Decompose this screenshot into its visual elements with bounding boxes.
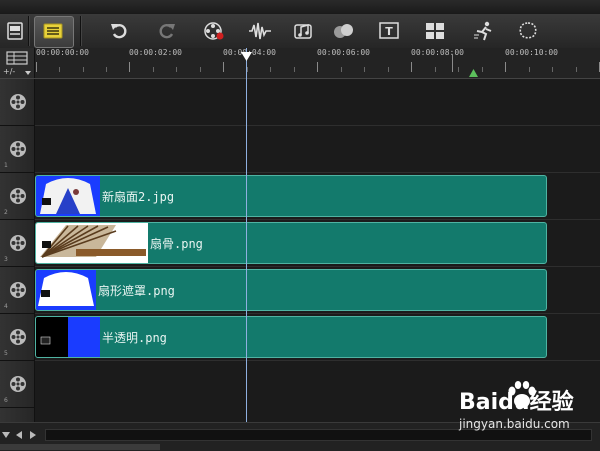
clip-label: 扇形遮罩.png bbox=[98, 284, 175, 298]
mask-creator-button[interactable] bbox=[515, 18, 541, 44]
clip-label: 新扇面2.jpg bbox=[102, 190, 175, 204]
film-reel-icon bbox=[10, 94, 26, 110]
watermark-brand: Baidu经验 bbox=[459, 390, 574, 415]
timeline-view-icon bbox=[43, 23, 63, 39]
track-number: 2 bbox=[4, 209, 8, 216]
baidu-jingyan-watermark: Baidu经验 jingyan.baidu.com bbox=[455, 381, 595, 436]
multi-camera-icon bbox=[426, 23, 444, 39]
track-number: 1 bbox=[4, 162, 8, 169]
chevron-down-icon[interactable] bbox=[25, 71, 31, 75]
tick-label: 00:00:00:00 bbox=[36, 48, 89, 57]
storyboard-view-icon bbox=[7, 22, 23, 40]
track-lane[interactable] bbox=[35, 79, 600, 126]
ruler-corner: +/- bbox=[0, 48, 35, 78]
bottom-tab-strip bbox=[0, 444, 160, 450]
auto-music-icon bbox=[294, 24, 312, 39]
svg-text:T: T bbox=[385, 25, 393, 38]
film-reel-icon bbox=[10, 188, 26, 204]
track-lane[interactable] bbox=[35, 126, 600, 173]
track-number: 6 bbox=[4, 397, 8, 404]
chevron-down-icon[interactable] bbox=[2, 432, 10, 438]
timeline-clip[interactable]: 扇骨.png bbox=[35, 222, 547, 264]
track-manager-icon[interactable] bbox=[6, 51, 28, 65]
track-header[interactable]: 4 bbox=[0, 267, 35, 314]
timeline-toolbar: T bbox=[0, 14, 600, 49]
film-reel-icon bbox=[10, 235, 26, 251]
track-header-overflow bbox=[0, 408, 35, 423]
playhead-handle-icon[interactable] bbox=[241, 52, 252, 62]
timeline-clip[interactable]: 新扇面2.jpg bbox=[35, 175, 547, 217]
record-capture-icon bbox=[204, 22, 224, 40]
track-number: 3 bbox=[4, 256, 8, 263]
undo-button[interactable] bbox=[106, 18, 132, 44]
audio-mixer-icon bbox=[249, 22, 271, 40]
clip-thumbnail-fan-ribs bbox=[36, 223, 148, 263]
undo-icon bbox=[111, 24, 127, 39]
track-header[interactable]: 1 bbox=[0, 126, 35, 173]
multi-camera-button[interactable] bbox=[422, 18, 448, 44]
cue-marker-icon[interactable] bbox=[469, 69, 478, 77]
timecode-ruler[interactable]: +/- 00:00:00:00 00:00:02:00 00:00:04:00 … bbox=[0, 48, 600, 79]
audio-mixer-button[interactable] bbox=[247, 18, 273, 44]
track-number: 5 bbox=[4, 350, 8, 357]
add-remove-tracks-label[interactable]: +/- bbox=[3, 67, 15, 76]
track-header[interactable] bbox=[0, 79, 35, 126]
redo-icon bbox=[159, 24, 175, 39]
tick-label: 00:00:06:00 bbox=[317, 48, 370, 57]
clip-thumbnail-fan-painting bbox=[36, 176, 100, 216]
storyboard-view-button[interactable] bbox=[2, 18, 28, 44]
subtitle-editor-button[interactable]: T bbox=[376, 18, 402, 44]
film-reel-icon bbox=[10, 329, 26, 345]
scroll-left-icon[interactable] bbox=[16, 431, 22, 439]
auto-music-button[interactable] bbox=[291, 18, 317, 44]
subtitle-editor-icon: T bbox=[379, 22, 399, 39]
redo-button[interactable] bbox=[154, 18, 180, 44]
clip-thumbnail-fan-mask bbox=[36, 270, 96, 310]
track-number: 4 bbox=[4, 303, 8, 310]
mask-creator-icon bbox=[519, 22, 537, 39]
clip-label: 半透明.png bbox=[102, 331, 167, 345]
scroll-right-icon[interactable] bbox=[30, 431, 36, 439]
tick-label: 00:00:10:00 bbox=[505, 48, 558, 57]
tick-label: 00:00:08:00 bbox=[411, 48, 464, 57]
track-header[interactable]: 6 bbox=[0, 361, 35, 408]
track-header[interactable]: 3 bbox=[0, 220, 35, 267]
film-reel-icon bbox=[10, 141, 26, 157]
track-header[interactable]: 2 bbox=[0, 173, 35, 220]
title-strip bbox=[0, 0, 600, 15]
time-remap-icon bbox=[474, 21, 492, 41]
time-remap-button[interactable] bbox=[471, 18, 497, 44]
timeline-clip[interactable]: 扇形遮罩.png bbox=[35, 269, 547, 311]
tick-label: 00:00:02:00 bbox=[129, 48, 182, 57]
timeline-view-icon-wrap bbox=[40, 18, 66, 44]
playhead-line[interactable] bbox=[246, 48, 247, 422]
timeline-clip[interactable]: 半透明.png bbox=[35, 316, 547, 358]
clip-label: 扇骨.png bbox=[150, 237, 203, 251]
clip-thumbnail-translucent bbox=[36, 317, 100, 357]
film-reel-icon bbox=[10, 376, 26, 392]
track-header[interactable]: 5 bbox=[0, 314, 35, 361]
motion-track-button[interactable] bbox=[331, 18, 357, 44]
watermark-url: jingyan.baidu.com bbox=[459, 417, 570, 431]
film-reel-icon bbox=[10, 282, 26, 298]
motion-track-icon bbox=[334, 24, 353, 38]
record-capture-button[interactable] bbox=[201, 18, 227, 44]
